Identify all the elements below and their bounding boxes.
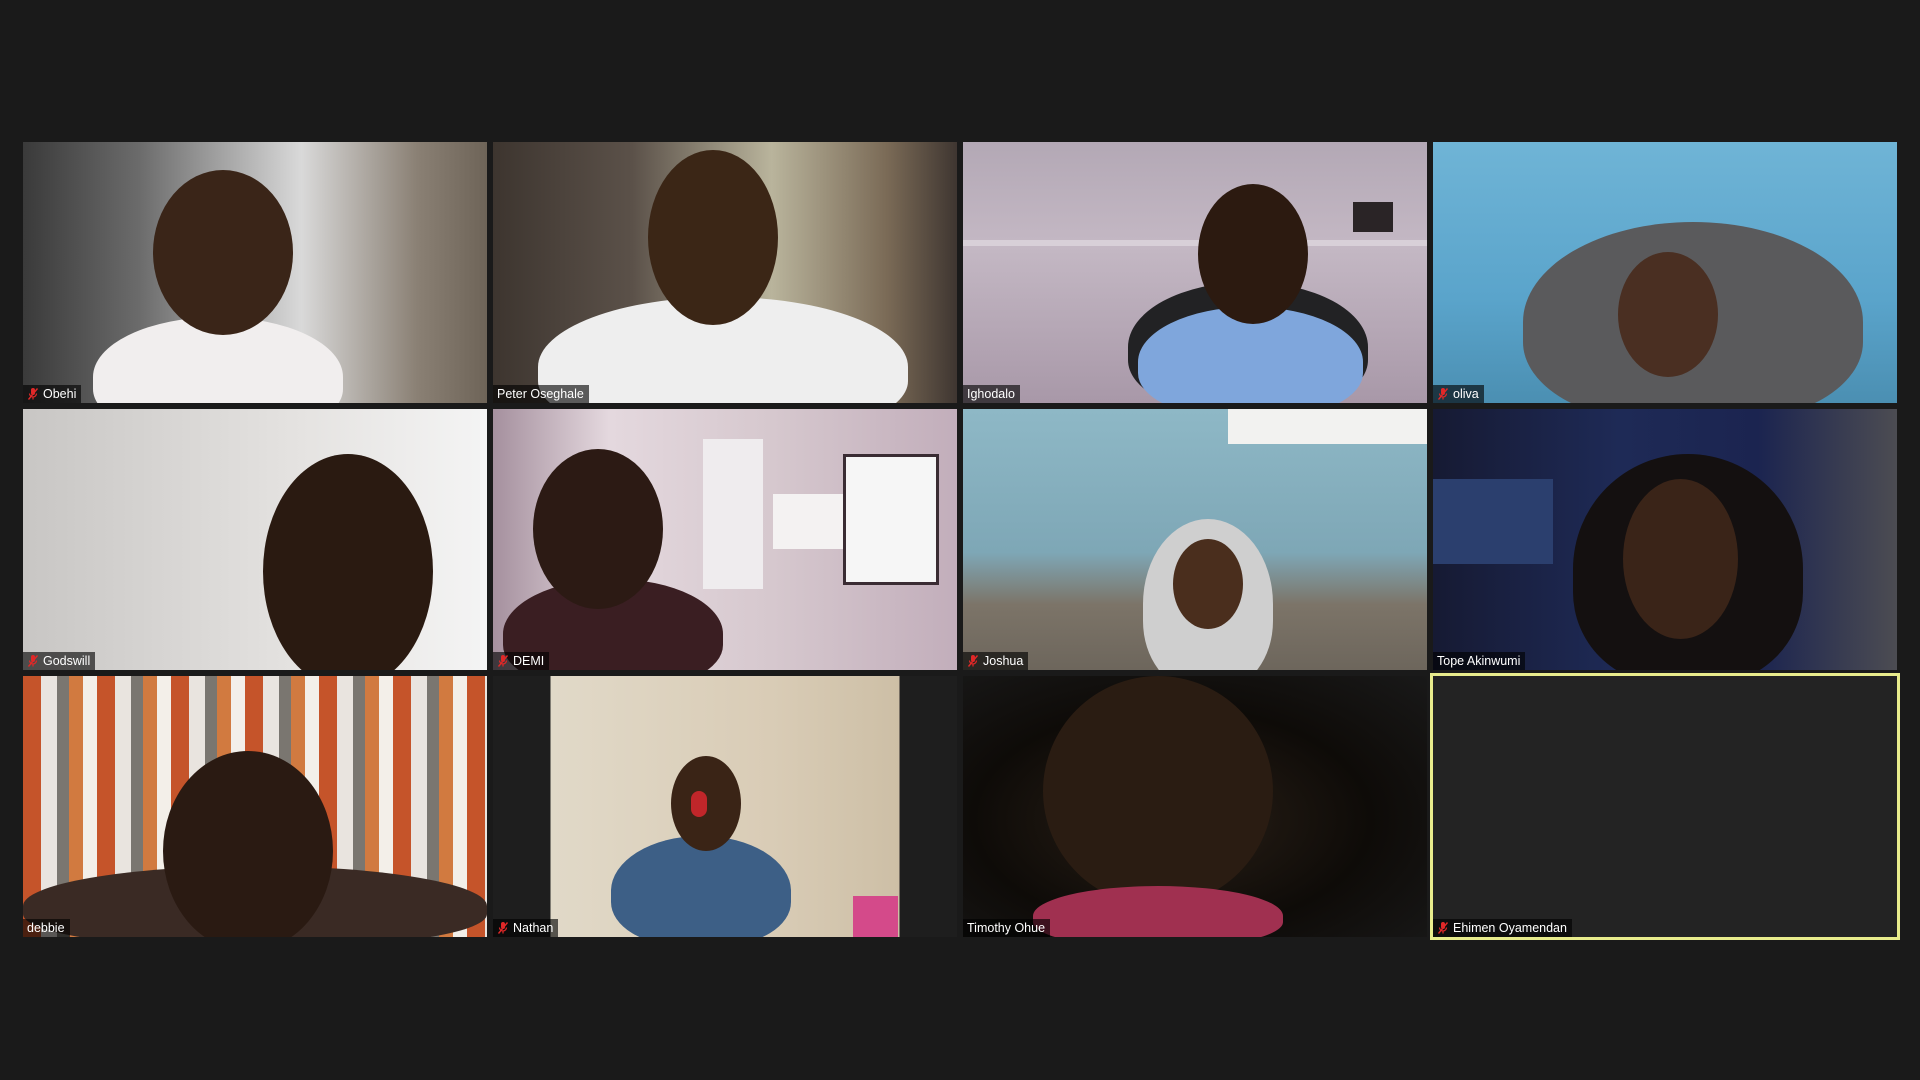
participant-video (963, 409, 1427, 670)
muted-microphone-icon (27, 654, 39, 668)
window-light (1228, 409, 1427, 444)
participant-video-off (1433, 676, 1897, 937)
participant-name: Nathan (513, 921, 554, 935)
participant-tile-demi[interactable]: DEMI (493, 409, 957, 670)
muted-microphone-icon (1437, 921, 1449, 935)
participant-video (1433, 142, 1897, 403)
participant-name-tag: Nathan (493, 919, 559, 937)
participant-name-tag: Peter Oseghale (493, 385, 589, 403)
participant-name: Peter Oseghale (497, 387, 584, 401)
participant-tile-tope-akinwumi[interactable]: Tope Akinwumi (1433, 409, 1897, 670)
participant-name-tag: Tope Akinwumi (1433, 652, 1526, 670)
participant-name: Obehi (43, 387, 77, 401)
muted-microphone-icon (497, 921, 509, 935)
participant-name: Godswill (43, 654, 91, 668)
participant-video (493, 409, 957, 670)
participant-video (963, 142, 1427, 403)
participant-tile-ehimen-oyamendan[interactable]: Ehimen Oyamendan (1433, 676, 1897, 937)
participant-name-tag: DEMI (493, 652, 550, 670)
participant-name: debbie (27, 921, 65, 935)
muted-microphone-icon (967, 654, 979, 668)
participant-tile-obehi[interactable]: Obehi (23, 142, 487, 403)
headphones-icon (691, 791, 707, 817)
participant-video (493, 676, 957, 937)
participant-head (163, 751, 333, 937)
participant-head (263, 454, 433, 670)
participant-name-tag: debbie (23, 919, 70, 937)
participant-name: Ehimen Oyamendan (1453, 921, 1567, 935)
muted-microphone-icon (27, 387, 39, 401)
participant-video (963, 676, 1427, 937)
participant-name: Timothy Ohue (967, 921, 1046, 935)
participant-name-tag: Joshua (963, 652, 1029, 670)
video-gallery: Obehi Peter Oseghale Ighodalo oliva Gods… (23, 142, 1898, 937)
participant-head (533, 449, 663, 609)
participant-video (23, 676, 487, 937)
participant-tile-godswill[interactable]: Godswill (23, 409, 487, 670)
participant-video (493, 142, 957, 403)
wall-poster (1433, 479, 1553, 564)
participant-tile-peter-oseghale[interactable]: Peter Oseghale (493, 142, 957, 403)
participant-name-tag: Godswill (23, 652, 96, 670)
participant-head (648, 150, 778, 325)
participant-name: Joshua (983, 654, 1024, 668)
participant-tile-ighodalo[interactable]: Ighodalo (963, 142, 1427, 403)
participant-name: Tope Akinwumi (1437, 654, 1521, 668)
participant-name: DEMI (513, 654, 545, 668)
wall-award (843, 454, 939, 585)
participant-body (1033, 886, 1283, 937)
participant-head (153, 170, 293, 335)
participant-video (23, 409, 487, 670)
participant-head (1618, 252, 1718, 377)
muted-microphone-icon (1437, 387, 1449, 401)
wall-rail (963, 240, 1427, 246)
participant-tile-oliva[interactable]: oliva (1433, 142, 1897, 403)
side-table (853, 896, 898, 937)
participant-head (1198, 184, 1308, 324)
participant-tile-joshua[interactable]: Joshua (963, 409, 1427, 670)
participant-video (23, 142, 487, 403)
wall-certificate (773, 494, 848, 549)
participant-name: oliva (1453, 387, 1479, 401)
participant-head (1043, 676, 1273, 906)
participant-tile-timothy-ohue[interactable]: Timothy Ohue (963, 676, 1427, 937)
participant-head (1623, 479, 1738, 639)
participant-tile-debbie[interactable]: debbie (23, 676, 487, 937)
participant-name: Ighodalo (967, 387, 1015, 401)
participant-name-tag: Ehimen Oyamendan (1433, 919, 1572, 937)
participant-name-tag: Ighodalo (963, 385, 1020, 403)
participant-name-tag: oliva (1433, 385, 1484, 403)
participant-tile-nathan[interactable]: Nathan (493, 676, 957, 937)
muted-microphone-icon (497, 654, 509, 668)
participant-body (611, 836, 791, 937)
wall-certificate (703, 439, 763, 589)
wall-frame (1353, 202, 1393, 232)
participant-name-tag: Timothy Ohue (963, 919, 1051, 937)
participant-video (1433, 409, 1897, 670)
participant-name-tag: Obehi (23, 385, 82, 403)
participant-head (1173, 539, 1243, 629)
